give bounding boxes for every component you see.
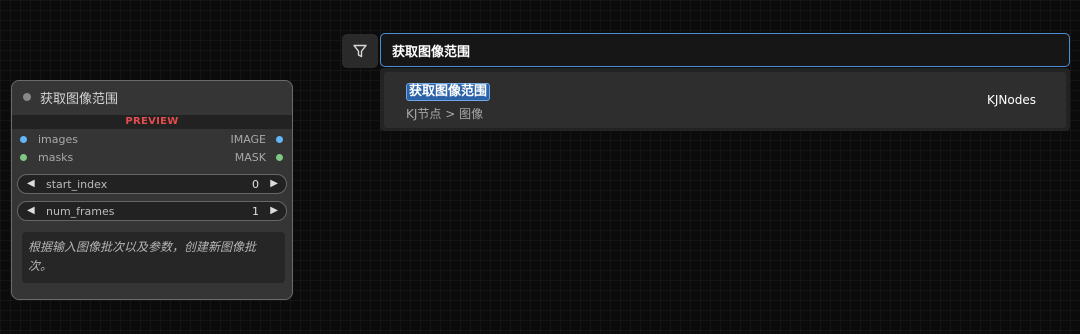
input-slot-images-dot[interactable]: [20, 136, 27, 143]
decrement-arrow-icon[interactable]: ◀: [27, 178, 35, 189]
input-label-masks: masks: [38, 151, 74, 164]
node-title: 获取图像范围: [40, 91, 119, 107]
increment-arrow-icon[interactable]: ▶: [270, 178, 278, 189]
input-slot-masks-dot[interactable]: [20, 154, 27, 161]
widget-label: num_frames: [46, 205, 115, 218]
widget-num-frames[interactable]: ◀ num_frames 1 ▶: [17, 201, 287, 221]
increment-arrow-icon[interactable]: ▶: [270, 205, 278, 216]
search-result-item[interactable]: 获取图像范围 KJ节点 > 图像 KJNodes: [384, 72, 1066, 128]
result-source: KJNodes: [987, 93, 1036, 107]
slot-row-masks: masks MASK: [12, 150, 292, 166]
output-label-mask: MASK: [234, 151, 266, 164]
input-label-images: images: [38, 133, 78, 146]
widget-value[interactable]: 0: [252, 178, 259, 191]
preview-label: PREVIEW: [125, 116, 179, 127]
description-text: 根据输入图像批次以及参数，创建新图像批次。: [28, 240, 257, 273]
filter-button[interactable]: [342, 34, 378, 68]
output-slot-image-dot[interactable]: [276, 136, 283, 143]
node-get-image-range[interactable]: 获取图像范围 PREVIEW images IMAGE masks MASK ◀…: [11, 80, 293, 300]
decrement-arrow-icon[interactable]: ◀: [27, 205, 35, 216]
preview-bar: PREVIEW: [12, 115, 292, 129]
output-slot-mask-dot[interactable]: [276, 154, 283, 161]
widget-value[interactable]: 1: [252, 205, 259, 218]
widget-label: start_index: [46, 178, 108, 191]
result-node-name: 获取图像范围: [406, 83, 491, 101]
widget-start-index[interactable]: ◀ start_index 0 ▶: [17, 174, 287, 194]
slot-row-images: images IMAGE: [12, 132, 292, 148]
search-results-panel: 获取图像范围 KJ节点 > 图像 KJNodes: [380, 68, 1070, 131]
result-category: KJ节点 > 图像: [406, 107, 484, 121]
node-title-bar[interactable]: 获取图像范围: [12, 81, 292, 113]
node-search-input[interactable]: [380, 33, 1070, 67]
output-label-image: IMAGE: [230, 133, 266, 146]
node-description: 根据输入图像批次以及参数，创建新图像批次。: [22, 232, 285, 283]
filter-icon: [353, 44, 367, 58]
collapse-dot-icon[interactable]: [23, 93, 31, 101]
